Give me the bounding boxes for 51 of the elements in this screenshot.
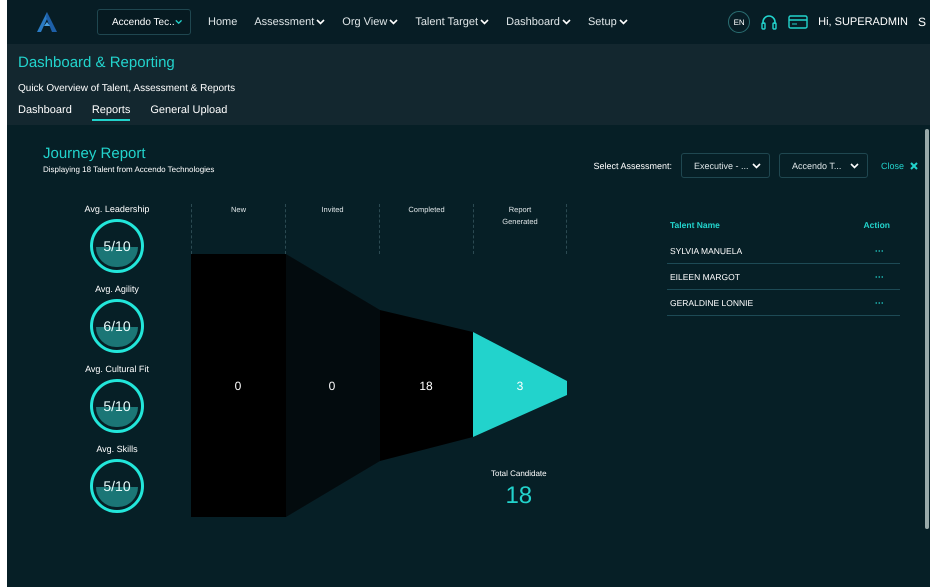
score-gauge: 5/10 — [90, 459, 144, 513]
user-greeting[interactable]: Hi, SUPERADMIN — [818, 16, 908, 28]
tab[interactable]: Reports — [92, 104, 130, 121]
headset-icon[interactable] — [760, 13, 778, 31]
talent-name: GERALDINE LONNIE — [670, 298, 754, 308]
logo-icon — [35, 11, 59, 33]
gauge-label: Avg. Agility — [95, 284, 139, 294]
assessment-select[interactable]: Executive - ... — [680, 153, 770, 178]
total-count: 18 — [505, 482, 532, 510]
stage-count: 0 — [234, 379, 242, 393]
scrollbar[interactable] — [925, 129, 929, 529]
gauge-label: Avg. Leadership — [84, 204, 150, 214]
report-subtitle: Displaying 18 Talent from Accendo Technologies — [43, 165, 214, 174]
score-gauge: 5/10 — [90, 379, 144, 433]
card-icon[interactable] — [788, 14, 808, 30]
stage-count: 0 — [328, 379, 336, 393]
column-header: Action — [864, 220, 890, 230]
nav-menu-item[interactable]: Assessment — [254, 16, 326, 28]
row-action-button[interactable]: ··· — [869, 298, 890, 308]
row-action-button[interactable]: ··· — [869, 272, 890, 282]
tab[interactable]: Dashboard — [18, 104, 72, 121]
chevron-down-icon — [850, 162, 859, 168]
user-initial[interactable]: S — [918, 15, 926, 29]
nav-menu-item[interactable]: Talent Target — [415, 16, 490, 28]
nav-menu-item[interactable]: Setup — [588, 16, 628, 28]
stage-count: 18 — [419, 379, 433, 393]
row-action-button[interactable]: ··· — [869, 246, 890, 256]
talent-name: SYLVIA MANUELA — [670, 246, 742, 256]
page-title: Dashboard & Reporting — [18, 54, 176, 71]
chevron-down-icon — [174, 19, 182, 25]
score-gauge: 5/10 — [90, 219, 144, 273]
talent-name: EILEEN MARGOT — [670, 272, 740, 282]
select-label: Select Assessment: — [593, 160, 672, 170]
score-gauge: 6/10 — [90, 299, 144, 353]
gauge-label: Avg. Skills — [96, 444, 138, 454]
page-subtitle: Quick Overview of Talent, Assessment & Reports — [18, 83, 236, 94]
close-icon — [910, 162, 918, 170]
close-button[interactable]: Close — [876, 160, 918, 170]
total-label: Total Candidate — [491, 469, 547, 478]
chevron-down-icon — [752, 162, 761, 168]
nav-menu-item[interactable]: Dashboard — [506, 16, 571, 28]
stage-count: 3 — [516, 379, 524, 393]
organization-select[interactable]: Accendo Tec.. — [97, 9, 191, 35]
company-select[interactable]: Accendo T... — [778, 153, 868, 178]
column-header: Talent Name — [670, 220, 720, 230]
report-title: Journey Report — [43, 145, 147, 162]
gauge-label: Avg. Cultural Fit — [85, 364, 149, 374]
language-button[interactable]: EN — [728, 11, 750, 33]
nav-menu-item[interactable]: Home — [208, 16, 238, 28]
tab[interactable]: General Upload — [150, 104, 228, 121]
nav-menu-item[interactable]: Org View — [342, 16, 398, 28]
